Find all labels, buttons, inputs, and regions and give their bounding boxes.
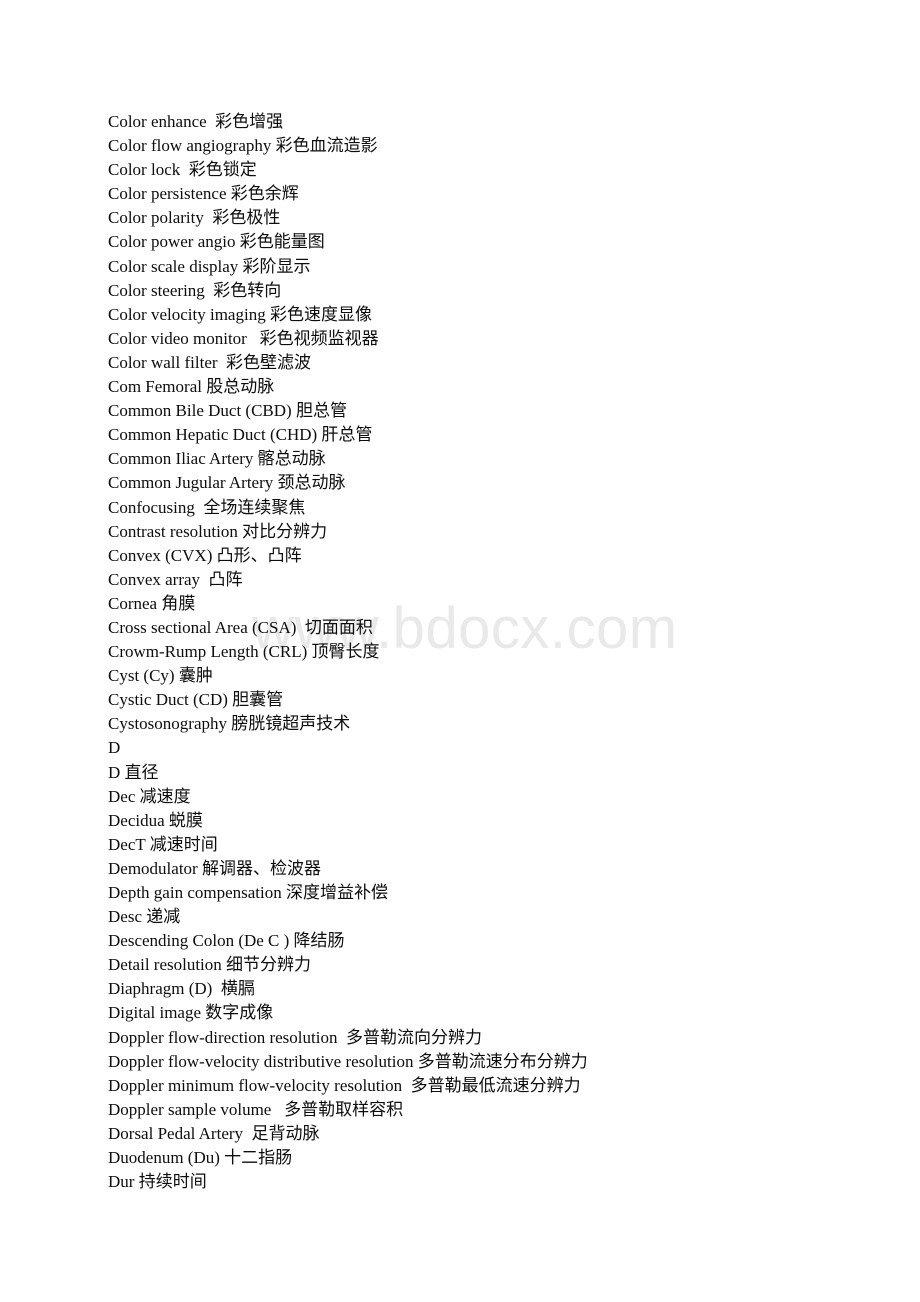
glossary-entry: Color velocity imaging 彩色速度显像 — [108, 304, 372, 324]
glossary-entry: D 直径 — [108, 762, 159, 782]
glossary-entry: Demodulator 解调器、检波器 — [108, 858, 321, 878]
glossary-entry: Color video monitor 彩色视频监视器 — [108, 328, 379, 348]
glossary-entry: Color steering 彩色转向 — [108, 280, 282, 300]
glossary-entry: Cross sectional Area (CSA) 切面面积 — [108, 617, 373, 637]
glossary-entry: Depth gain compensation 深度增益补偿 — [108, 883, 388, 902]
glossary-entry: Diaphragm (D) 横膈 — [108, 979, 255, 999]
glossary-entry: Color wall filter 彩色壁滤波 — [108, 352, 312, 372]
glossary-entry: Color enhance 彩色增强 — [108, 112, 284, 131]
glossary-entry: Color polarity 彩色极性 — [108, 208, 281, 228]
glossary-entry: Color flow angiography 彩色血流造影 — [108, 136, 378, 156]
glossary-entry: Common Iliac Artery 髂总动脉 — [108, 449, 326, 469]
glossary-entry: Color power angio 彩色能量图 — [108, 232, 325, 252]
glossary-entry: Dec 减速度 — [108, 786, 191, 806]
glossary-entry: Crowm-Rump Length (CRL) 顶臀长度 — [108, 642, 380, 662]
glossary-entry-list: Color enhance 彩色增强 Color flow angiography… — [108, 110, 898, 1194]
glossary-entry: Convex array 凸阵 — [108, 569, 243, 589]
glossary-entry: Cystic Duct (CD) 胆囊管 — [108, 690, 284, 710]
glossary-entry: Dorsal Pedal Artery 足背动脉 — [108, 1123, 320, 1143]
glossary-entry: D — [108, 738, 121, 758]
glossary-entry: Color scale display 彩阶显示 — [108, 256, 311, 276]
glossary-entry: Doppler flow-direction resolution 多普勒流向分… — [108, 1027, 482, 1047]
glossary-entry: Contrast resolution 对比分辨力 — [108, 521, 328, 541]
glossary-entry: DecT 减速时间 — [108, 834, 218, 854]
glossary-entry: Cyst (Cy) 囊肿 — [108, 666, 213, 686]
glossary-entry: Doppler minimum flow-velocity resolution… — [108, 1075, 581, 1095]
glossary-entry: Cornea 角膜 — [108, 593, 196, 613]
glossary-entry: Confocusing 全场连续聚焦 — [108, 497, 306, 517]
glossary-entry: Decidua 蜕膜 — [108, 810, 203, 830]
glossary-entry: Dur 持续时间 — [108, 1172, 207, 1192]
glossary-entry: Digital image 数字成像 — [108, 1003, 274, 1023]
document-page: Color enhance 彩色增强 Color flow angiography… — [0, 0, 920, 1302]
glossary-entry: Detail resolution 细节分辨力 — [108, 955, 312, 975]
glossary-entry: Desc 递减 — [108, 907, 181, 927]
glossary-entry: Descending Colon (De C ) 降结肠 — [108, 931, 345, 951]
glossary-entry: Common Bile Duct (CBD) 胆总管 — [108, 401, 347, 421]
glossary-entry: Duodenum (Du) 十二指肠 — [108, 1148, 293, 1168]
glossary-entry: Doppler flow-velocity distributive resol… — [108, 1051, 588, 1071]
glossary-entry: Doppler sample volume 多普勒取样容积 — [108, 1099, 404, 1119]
glossary-entry: Common Jugular Artery 颈总动脉 — [108, 473, 346, 493]
glossary-entry: Cystosonography 膀胱镜超声技术 — [108, 714, 351, 734]
glossary-entry: Color lock 彩色锁定 — [108, 160, 257, 180]
glossary-entry: Com Femoral 股总动脉 — [108, 377, 275, 397]
glossary-entry: Convex (CVX) 凸形、凸阵 — [108, 545, 302, 565]
glossary-entry: Common Hepatic Duct (CHD) 肝总管 — [108, 425, 373, 445]
glossary-entry: Color persistence 彩色余辉 — [108, 184, 299, 204]
